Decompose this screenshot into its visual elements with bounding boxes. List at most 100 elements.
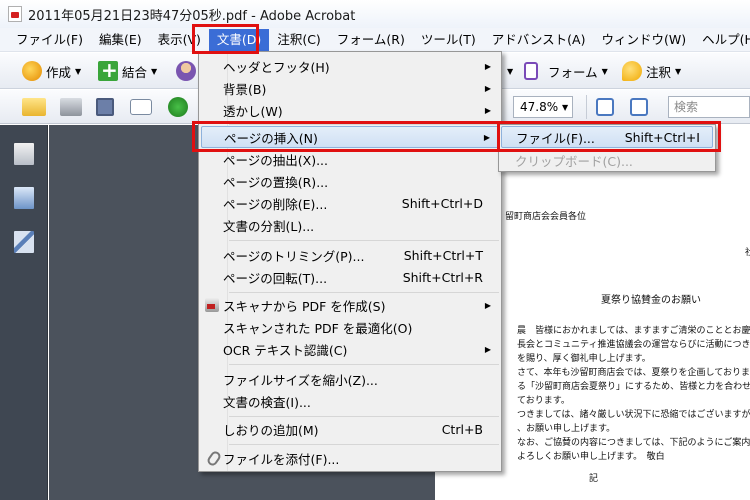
zoom-dropdown-icon[interactable]: ▼ <box>562 103 568 112</box>
menu-separator <box>229 416 499 417</box>
bookmarks-icon[interactable] <box>14 187 34 209</box>
submenu-arrow-icon: ▶ <box>484 300 491 310</box>
menu-item-ocr[interactable]: OCR テキスト認識(C) ▶ <box>201 338 499 360</box>
save-button[interactable] <box>96 95 118 119</box>
print-button[interactable] <box>60 95 86 119</box>
collaborate-button[interactable] <box>176 59 200 83</box>
menu-item-optimize-scanned[interactable]: スキャンされた PDF を最適化(O) <box>201 316 499 338</box>
menu-comments[interactable]: 注釈(C) <box>269 29 328 51</box>
combine-label: 結合 <box>122 64 148 80</box>
chevron-down-icon: ▼ <box>675 66 682 76</box>
folder-icon <box>22 98 46 116</box>
chevron-down-icon: ▼ <box>601 66 608 76</box>
chevron-down-icon: ▼ <box>75 66 82 76</box>
upload-icon <box>168 97 188 117</box>
menu-item-label: スキャナから PDF を作成(S) <box>223 298 386 314</box>
menu-item-label: 文書の検査(I)... <box>223 394 311 410</box>
menu-separator <box>229 292 499 293</box>
menu-edit[interactable]: 編集(E) <box>91 29 150 51</box>
menu-item-header-footer[interactable]: ヘッダとフッタ(H) ▶ <box>201 55 499 77</box>
menu-item-shortcut: Shift+Ctrl+R <box>402 269 483 285</box>
form-icon <box>524 62 538 80</box>
pdf-addressee: 留町商店会会員各位 <box>505 212 587 222</box>
menu-tools[interactable]: ツール(T) <box>413 29 484 51</box>
menu-file[interactable]: ファイル(F) <box>8 29 91 51</box>
menu-item-insert-pages[interactable]: ページの挿入(N) ▶ <box>201 126 499 148</box>
menu-item-reduce-size[interactable]: ファイルサイズを縮小(Z)... <box>201 368 499 390</box>
fit-page-icon <box>630 98 648 116</box>
menu-item-label: ページの削除(E)... <box>223 196 328 212</box>
menu-item-label: ファイルサイズを縮小(Z)... <box>223 372 378 388</box>
pdf-body-line: つきましては、諸々厳しい状況下に恐縮ではございますが、皆様からの <box>517 410 750 420</box>
form-label: フォーム <box>548 64 598 80</box>
menu-item-label: スキャンされた PDF を最適化(O) <box>223 320 413 336</box>
people-icon <box>176 61 196 81</box>
window-title: 2011年05月21日23時47分05秒.pdf - Adobe Acrobat <box>28 8 356 24</box>
create-label: 作成 <box>46 64 72 80</box>
menu-separator <box>229 240 499 241</box>
insert-pages-submenu: ファイル(F)... Shift+Ctrl+I クリップボード(C)... <box>498 124 716 172</box>
fit-width-button[interactable] <box>596 95 618 119</box>
menu-item-label: ページの回転(T)... <box>223 270 328 286</box>
submenu-item-from-clipboard[interactable]: クリップボード(C)... <box>501 149 713 171</box>
create-button[interactable]: 作成 ▼ <box>22 59 81 83</box>
menu-item-label: ページのトリミング(P)... <box>223 248 365 264</box>
menu-separator <box>229 444 499 445</box>
menu-window[interactable]: ウィンドウ(W) <box>593 29 694 51</box>
menu-item-label: ページの置換(R)... <box>223 174 329 190</box>
toolbar-divider <box>586 95 587 119</box>
submenu-item-from-file[interactable]: ファイル(F)... Shift+Ctrl+I <box>501 126 713 148</box>
submenu-arrow-icon: ▶ <box>483 132 490 142</box>
menu-item-background[interactable]: 背景(B) ▶ <box>201 77 499 99</box>
menu-item-add-bookmark[interactable]: しおりの追加(M) Ctrl+B <box>201 418 499 440</box>
create-pdf-icon <box>22 61 42 81</box>
menu-item-rotate-pages[interactable]: ページの回転(T)... Shift+Ctrl+R <box>201 266 499 288</box>
printer-icon <box>60 98 82 116</box>
menu-help[interactable]: ヘルプ(H) <box>694 29 750 51</box>
menu-item-shortcut: Ctrl+B <box>441 421 483 437</box>
fit-page-button[interactable] <box>630 95 652 119</box>
forms-button[interactable]: フォーム ▼ <box>524 59 608 83</box>
comment-button[interactable]: 注釈 ▼ <box>622 59 681 83</box>
menu-advanced[interactable]: アドバンスト(A) <box>484 29 594 51</box>
open-button[interactable] <box>22 95 50 119</box>
menu-item-scan-to-pdf[interactable]: スキャナから PDF を作成(S) ▶ <box>201 294 499 316</box>
pdf-heading: 夏祭り協賛金のお願い <box>601 295 701 306</box>
fit-width-icon <box>596 98 614 116</box>
pdf-body-line: よろしくお願い申し上げます。 敬白 <box>517 452 665 462</box>
menu-item-shortcut: Shift+Ctrl+D <box>401 195 483 211</box>
menu-separator <box>229 364 499 365</box>
menu-item-label: 文書の分割(L)... <box>223 218 315 234</box>
menu-item-crop-pages[interactable]: ページのトリミング(P)... Shift+Ctrl+T <box>201 244 499 266</box>
upload-button[interactable] <box>168 95 192 119</box>
menu-item-watermark[interactable]: 透かし(W) ▶ <box>201 99 499 121</box>
menu-item-extract-pages[interactable]: ページの抽出(X)... <box>201 148 499 170</box>
email-button[interactable] <box>130 95 156 119</box>
pdf-body-line: る「沙留町商店会夏祭り」にするため、皆様と力を合わせて取り組んで <box>517 382 750 392</box>
menu-view[interactable]: 表示(V) <box>150 29 209 51</box>
document-menu: ヘッダとフッタ(H) ▶ 背景(B) ▶ 透かし(W) ▶ ページの挿入(N) … <box>198 51 502 472</box>
combine-button[interactable]: 結合 ▼ <box>98 58 158 83</box>
search-input[interactable]: 検索 <box>668 96 750 118</box>
form-chevron[interactable]: ▼ <box>503 59 513 83</box>
menu-item-delete-pages[interactable]: ページの削除(E)... Shift+Ctrl+D <box>201 192 499 214</box>
menu-document[interactable]: 文書(D) <box>208 28 270 51</box>
pdf-body-line: 長会とコミュニティ推進協議会の運営ならびに活動につきまして、格別 <box>517 340 750 350</box>
submenu-arrow-icon: ▶ <box>484 61 491 71</box>
menu-item-shortcut: Shift+Ctrl+T <box>403 247 483 263</box>
menu-item-examine-document[interactable]: 文書の検査(I)... <box>201 390 499 412</box>
menu-item-replace-pages[interactable]: ページの置換(R)... <box>201 170 499 192</box>
mail-icon <box>130 99 152 115</box>
combine-files-icon <box>98 58 118 82</box>
pdf-body-line: を賜り、厚く御礼申し上げます。 <box>517 354 651 364</box>
signatures-icon[interactable] <box>14 231 34 253</box>
menu-item-label: 透かし(W) <box>223 103 283 119</box>
chevron-down-icon: ▼ <box>151 66 158 76</box>
menu-separator <box>229 124 499 125</box>
pdf-body-line: 、お願い申し上げます。 <box>517 424 616 434</box>
menu-item-label: ページの挿入(N) <box>224 130 318 146</box>
menu-forms[interactable]: フォーム(R) <box>329 29 413 51</box>
pages-icon[interactable] <box>14 143 34 165</box>
menu-item-attach-file[interactable]: ファイルを添付(F)... <box>201 447 499 469</box>
menu-item-split-document[interactable]: 文書の分割(L)... <box>201 214 499 236</box>
